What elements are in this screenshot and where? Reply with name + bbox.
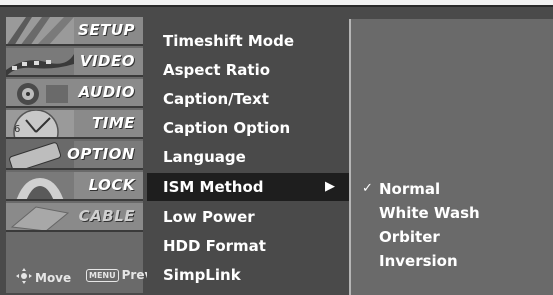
option-white-wash[interactable]: White Wash	[379, 204, 480, 222]
submenu-item-hdd-format[interactable]: HDD Format	[147, 232, 349, 260]
category-label: OPTION	[67, 145, 135, 163]
submenu-item-language[interactable]: Language	[147, 143, 349, 171]
category-cable[interactable]: CABLE	[6, 203, 143, 232]
menu-key-icon: MENU	[86, 268, 119, 282]
category-option[interactable]: OPTION	[6, 141, 143, 170]
category-label: SETUP	[78, 21, 135, 39]
svg-text:6: 6	[14, 124, 20, 135]
setup-thumbnail-icon	[6, 17, 74, 44]
submenu-item-label: Aspect Ratio	[163, 61, 271, 79]
move-label: Move	[35, 270, 72, 285]
submenu-item-label: Timeshift Mode	[163, 32, 294, 50]
submenu-item-caption-option[interactable]: Caption Option	[147, 114, 349, 142]
category-label: LOCK	[88, 176, 135, 194]
submenu-item-label: HDD Format	[163, 237, 266, 255]
lock-thumbnail-icon	[6, 172, 74, 199]
navigation-hint: Move MENU Prev	[6, 262, 152, 292]
option-inversion[interactable]: Inversion	[379, 252, 458, 270]
submenu-item-label: Language	[163, 148, 246, 166]
submenu-item-label: ISM Method	[163, 178, 264, 196]
option-panel: ✓ Normal White Wash Orbiter Inversion	[351, 19, 553, 295]
submenu-item-low-power[interactable]: Low Power	[147, 203, 349, 231]
submenu-item-simplink[interactable]: SimpLink	[147, 261, 349, 289]
time-thumbnail-icon: 6	[6, 110, 74, 137]
submenu-item-label: Low Power	[163, 208, 255, 226]
submenu-item-ism-method[interactable]: ISM Method ▶	[147, 173, 349, 201]
category-label: VIDEO	[79, 52, 135, 70]
video-thumbnail-icon	[6, 48, 74, 75]
category-setup[interactable]: SETUP	[6, 17, 143, 46]
submenu-item-label: Caption Option	[163, 119, 291, 137]
option-normal[interactable]: Normal	[379, 180, 440, 198]
category-video[interactable]: VIDEO	[6, 48, 143, 77]
move-arrows-icon	[16, 268, 32, 287]
submenu-list: Timeshift Mode Aspect Ratio Caption/Text…	[147, 19, 349, 295]
submenu-item-caption-text[interactable]: Caption/Text	[147, 85, 349, 113]
prev-hint: MENU Prev	[86, 268, 152, 282]
submenu-item-label: Caption/Text	[163, 90, 269, 108]
submenu-item-label: SimpLink	[163, 266, 241, 284]
move-hint: Move	[16, 268, 71, 287]
submenu-item-timeshift-mode[interactable]: Timeshift Mode	[147, 27, 349, 55]
category-label: TIME	[92, 114, 135, 132]
audio-thumbnail-icon	[6, 79, 74, 106]
checkmark-icon: ✓	[362, 181, 373, 196]
category-column: SETUP VIDEO AUDIO 6 TIME OPTION LOCK CAB…	[6, 17, 143, 293]
option-orbiter[interactable]: Orbiter	[379, 228, 440, 246]
category-label: AUDIO	[78, 83, 135, 101]
category-time[interactable]: 6 TIME	[6, 110, 143, 139]
category-lock[interactable]: LOCK	[6, 172, 143, 201]
category-label: CABLE	[78, 207, 135, 225]
option-thumbnail-icon	[6, 141, 74, 168]
cable-thumbnail-icon	[6, 203, 74, 230]
category-audio[interactable]: AUDIO	[6, 79, 143, 108]
tv-menu-frame: SETUP VIDEO AUDIO 6 TIME OPTION LOCK CAB…	[0, 5, 553, 295]
submenu-arrow-icon: ▶	[325, 179, 335, 194]
submenu-item-aspect-ratio[interactable]: Aspect Ratio	[147, 56, 349, 84]
